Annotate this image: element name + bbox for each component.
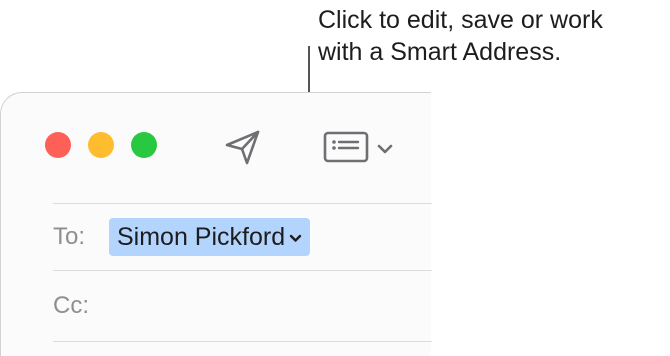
chevron-down-icon[interactable] (377, 143, 393, 155)
close-button[interactable] (45, 132, 71, 158)
header-fields-icon[interactable] (323, 131, 369, 163)
cc-label: Cc: (53, 292, 89, 319)
paper-plane-icon[interactable] (223, 127, 263, 167)
smart-address-token[interactable]: Simon Pickford (109, 218, 311, 256)
to-label: To: (53, 223, 86, 250)
recipient-name: Simon Pickford (117, 223, 286, 251)
callout-text: Click to edit, save or work with a Smart… (318, 6, 603, 66)
toolbar-divider (53, 203, 432, 204)
chevron-down-icon[interactable] (289, 233, 302, 243)
zoom-button[interactable] (131, 132, 157, 158)
cc-field-divider (53, 341, 432, 342)
to-field-divider (53, 270, 432, 271)
minimize-button[interactable] (88, 132, 114, 158)
